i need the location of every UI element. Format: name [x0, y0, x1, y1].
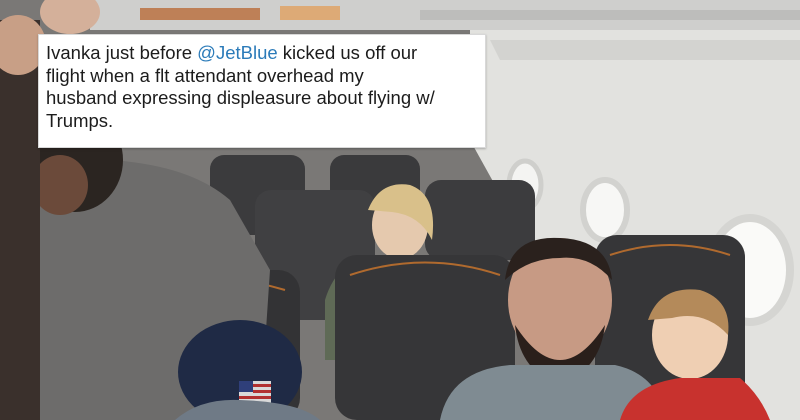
tweet-text-segment: Ivanka just before: [46, 42, 198, 63]
tweet-line-1: Ivanka just before @JetBlue kicked us of…: [46, 42, 477, 65]
jetblue-mention-link[interactable]: @JetBlue: [197, 42, 278, 63]
tweet-line-2: flight when a flt attendant overhead my: [46, 64, 364, 86]
tweet-line-3: husband expressing displeasure about fly…: [46, 87, 435, 108]
tweet-text-overlay: Ivanka just before @JetBlue kicked us of…: [38, 34, 486, 148]
tweet-line-4: Trumps.: [46, 109, 114, 131]
tweet-text-segment: kicked us off our: [277, 42, 418, 63]
